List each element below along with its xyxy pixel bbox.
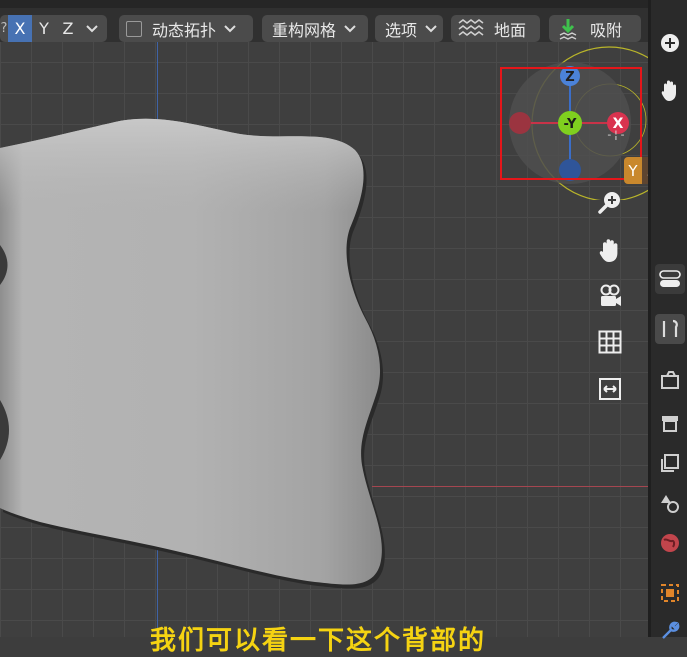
floor-button[interactable]: 地面 (451, 15, 540, 42)
scene-shapes-icon (661, 495, 679, 513)
symmetry-axis-group: ? X Y Z (0, 15, 107, 42)
local-view-button[interactable] (593, 372, 627, 406)
axis-x-button[interactable]: X (8, 15, 32, 42)
zoom-in-icon (598, 192, 620, 214)
zoom-in-icon (661, 34, 679, 52)
symmetry-icon: ? (0, 21, 8, 36)
floor-label: 地面 (494, 20, 527, 40)
panel-divider[interactable] (648, 0, 651, 637)
wrench-screwdriver-icon (662, 319, 678, 337)
highlight-frame (500, 67, 642, 180)
chevron-down-icon (425, 24, 437, 32)
tool-settings-toggle[interactable] (655, 264, 685, 294)
toggle-icon (659, 270, 681, 287)
remesh-dropdown[interactable]: 重构网格 (262, 15, 368, 42)
tab-render[interactable] (655, 366, 685, 396)
snap-icon (559, 18, 577, 40)
header-top-strip (0, 0, 648, 8)
axis-z-button[interactable]: Z (56, 15, 80, 42)
dyntopo-checkbox[interactable] (126, 20, 142, 37)
globe-icon (661, 534, 679, 552)
snap-label: 吸附 (590, 20, 623, 40)
zoom-button[interactable] (593, 186, 627, 220)
dyntopo-label: 动态拓扑 (152, 20, 217, 40)
image-stack-icon (661, 454, 679, 472)
snap-button[interactable]: 吸附 (549, 15, 641, 42)
waves-icon (458, 18, 484, 36)
options-label: 选项 (385, 20, 418, 40)
chevron-down-icon (344, 24, 356, 32)
pan-button[interactable] (593, 233, 627, 267)
sculpt-header-toolbar: ? X Y Z 动态拓扑 重构网格 选项 地面 吸附 (0, 0, 648, 42)
grid-icon (598, 330, 622, 354)
object-square-icon (661, 584, 679, 602)
chevron-down-icon[interactable] (80, 15, 104, 42)
hand-icon (599, 239, 618, 262)
tab-tool[interactable] (655, 314, 685, 344)
orthographic-toggle-button[interactable] (593, 325, 627, 359)
frame-selected-icon (599, 378, 621, 400)
axis-y-button[interactable]: Y (32, 15, 56, 42)
hand-icon (661, 80, 676, 101)
options-dropdown[interactable]: 选项 (375, 15, 443, 42)
user-tag-badge: Y (624, 157, 642, 184)
tab-output[interactable] (655, 408, 685, 438)
camera-back-icon (661, 371, 679, 389)
tab-view-layer[interactable] (655, 448, 685, 478)
wrench-icon (662, 621, 680, 639)
printer-icon (662, 416, 678, 432)
video-subtitle: 我们可以看一下这个背部的 (150, 626, 487, 656)
chevron-down-icon (224, 24, 236, 32)
tab-world[interactable] (655, 528, 685, 558)
camera-view-button[interactable] (593, 279, 627, 313)
tab-scene[interactable] (655, 488, 685, 518)
remesh-label: 重构网格 (272, 20, 337, 40)
pan-button-secondary[interactable] (655, 76, 685, 106)
tab-object[interactable] (655, 578, 685, 608)
camera-icon (600, 284, 621, 306)
tab-modifiers[interactable] (655, 616, 685, 646)
dyntopo-button[interactable]: 动态拓扑 (119, 15, 253, 42)
zoom-button-secondary[interactable] (655, 28, 685, 58)
